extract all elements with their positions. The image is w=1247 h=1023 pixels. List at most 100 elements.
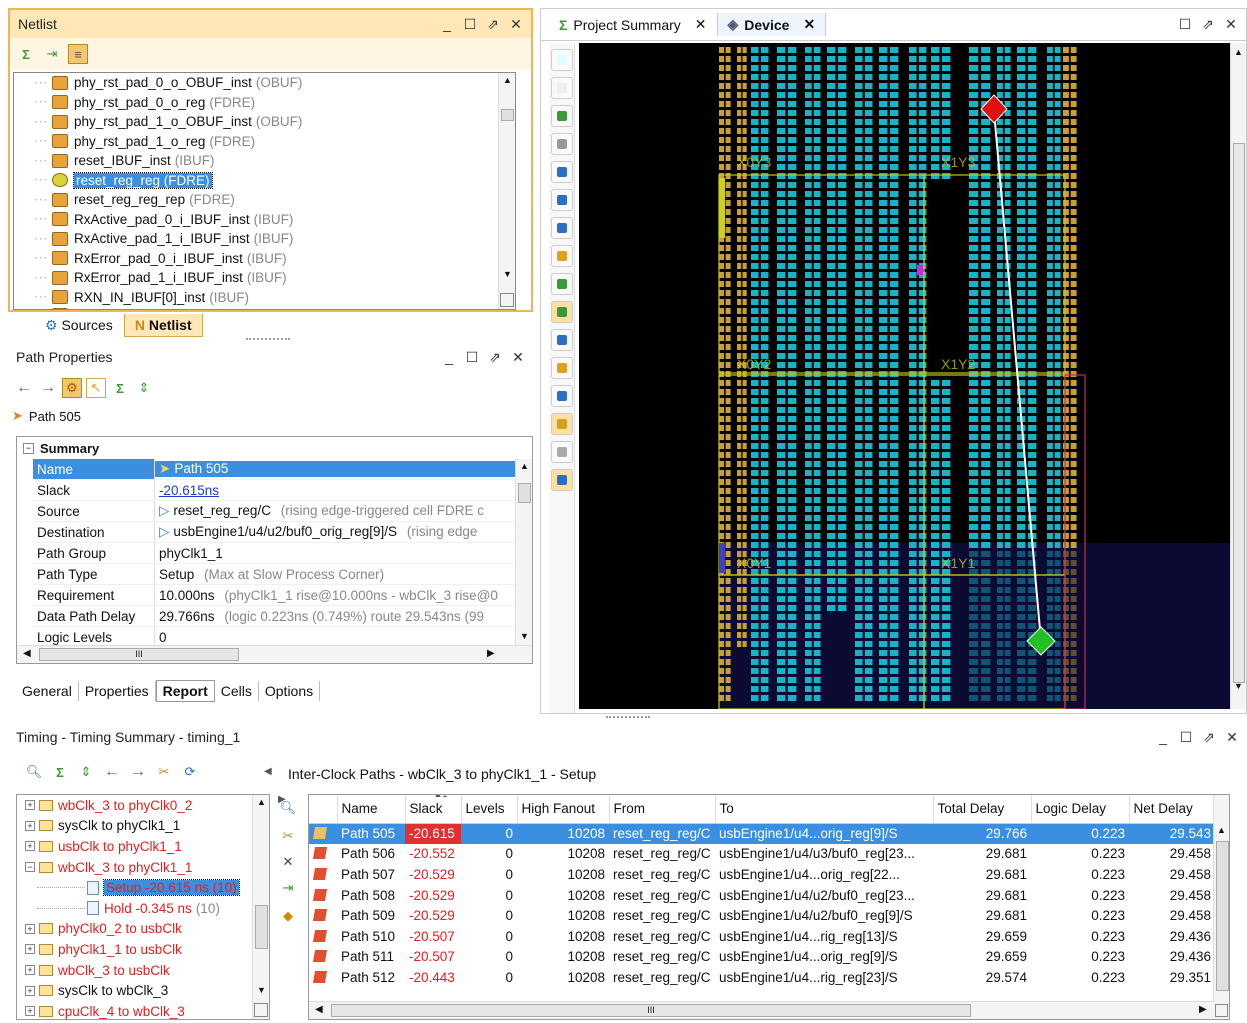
- maximize-icon[interactable]: ☐: [1179, 729, 1193, 746]
- maximize-icon[interactable]: ☐: [465, 349, 479, 366]
- tab-sources[interactable]: ⚙ Sources: [34, 313, 124, 338]
- table-row[interactable]: Path 508 -20.529 0 10208 reset_reg_reg/C usbE…: [309, 885, 1215, 906]
- property-row[interactable]: Path Type Setup (Max at Slow Process Corn…: [33, 564, 517, 585]
- expander-icon[interactable]: −: [25, 862, 35, 873]
- expander-icon[interactable]: +: [25, 965, 35, 976]
- column-header[interactable]: High Fanout: [517, 795, 610, 824]
- timing-tree-scrollbar[interactable]: ▲ ▼: [252, 795, 269, 1019]
- tab-device[interactable]: ◈ Device ✕: [717, 13, 827, 36]
- netlist-item[interactable]: ⋯ RxActive_pad_1_i_IBUF_inst (IBUF): [14, 229, 515, 249]
- table-row[interactable]: Path 507 -20.529 0 10208 reset_reg_reg/C usbE…: [309, 864, 1215, 885]
- forward-arrow-icon[interactable]: →: [128, 762, 148, 782]
- column-header[interactable]: Logic Delay: [1031, 795, 1130, 824]
- schematic-icon[interactable]: ✂: [154, 762, 174, 782]
- tab-options[interactable]: Options: [259, 681, 321, 701]
- property-row[interactable]: Source ▷ reset_reg_reg/C (rising edge-trig…: [33, 501, 517, 522]
- property-row[interactable]: Data Path Delay 29.766ns (logic 0.223ns (…: [33, 606, 517, 627]
- add-pblock-icon[interactable]: [551, 329, 573, 351]
- collapse-all-icon[interactable]: Σ: [16, 44, 36, 64]
- search-icon[interactable]: 🔍︎: [278, 798, 298, 818]
- column-header[interactable]: ▲1Slack: [405, 795, 462, 824]
- mark-icon[interactable]: [551, 441, 573, 463]
- collapse-summary-icon[interactable]: −: [23, 442, 34, 454]
- netlist-item[interactable]: ⋯ RXN_IN_IBUF[0]_inst (IBUF): [14, 288, 515, 308]
- timing-tree-item[interactable]: + sysClk to phyClk1_1: [17, 816, 269, 837]
- float-icon[interactable]: ⇗: [488, 349, 502, 366]
- maximize-icon[interactable]: ☐: [1178, 16, 1192, 33]
- timing-tree-item[interactable]: + wbClk_3 to phyClk0_2: [17, 795, 269, 816]
- netlist-scrollbar[interactable]: ▲ ▼: [498, 73, 515, 309]
- select-area-icon[interactable]: [551, 245, 573, 267]
- tab-cells[interactable]: Cells: [215, 681, 259, 701]
- forward-arrow-icon[interactable]: [551, 133, 573, 155]
- move-icon[interactable]: [551, 273, 573, 295]
- table-vscrollbar[interactable]: ▲: [1213, 795, 1229, 1019]
- slack-link[interactable]: -20.615ns: [159, 483, 219, 498]
- close-tab-icon[interactable]: ✕: [803, 16, 815, 33]
- table-row[interactable]: Path 512 -20.443 0 10208 reset_reg_reg/C usbE…: [309, 967, 1215, 988]
- close-icon[interactable]: ✕: [1225, 729, 1239, 746]
- table-row[interactable]: Path 509 -20.529 0 10208 reset_reg_reg/C usbE…: [309, 905, 1215, 926]
- float-icon[interactable]: ⇗: [486, 16, 500, 33]
- column-header[interactable]: Net Delay: [1129, 795, 1216, 824]
- table-row[interactable]: Path 505 -20.615 0 10208 reset_reg_reg/C usbE…: [309, 823, 1215, 844]
- minimize-icon[interactable]: _: [440, 16, 454, 33]
- highlight-icon[interactable]: ◆: [278, 906, 298, 926]
- netlist-item[interactable]: ⋯ phy_rst_pad_0_o_OBUF_inst (OBUF): [14, 73, 515, 93]
- back-arrow-icon[interactable]: ←: [14, 378, 34, 398]
- properties-vscrollbar[interactable]: ▲ ▼: [515, 459, 532, 645]
- device-vscrollbar[interactable]: ▲ ▼: [1230, 43, 1246, 709]
- collapse-all-icon[interactable]: Σ: [110, 378, 130, 398]
- timing-tree-item[interactable]: + phyClk0_2 to usbClk: [17, 919, 269, 940]
- netlist-item[interactable]: ⋯ RxActive_pad_0_i_IBUF_inst (IBUF): [14, 210, 515, 230]
- properties-hscrollbar[interactable]: ◀ III ▶: [17, 645, 532, 663]
- expand-all-icon[interactable]: ⇥: [42, 44, 62, 64]
- close-icon[interactable]: ✕: [511, 349, 525, 366]
- netlist-item[interactable]: ⋯ reset_reg_reg (FDRE): [14, 171, 515, 191]
- timing-tree-item[interactable]: + wbClk_3 to usbClk: [17, 960, 269, 981]
- expander-icon[interactable]: +: [25, 923, 35, 934]
- expander-icon[interactable]: +: [25, 985, 35, 996]
- table-row[interactable]: Path 511 -20.507 0 10208 reset_reg_reg/C usbE…: [309, 947, 1215, 968]
- back-arrow-icon[interactable]: ←: [102, 762, 122, 782]
- expander-icon[interactable]: +: [25, 944, 35, 955]
- search-icon[interactable]: 🔍︎: [24, 762, 44, 782]
- expand-all-icon[interactable]: ⇕: [134, 378, 154, 398]
- timing-tree-item[interactable]: + cpuClk_4 to wbClk_3: [17, 1001, 269, 1019]
- highlight-icon[interactable]: [551, 413, 573, 435]
- tab-general[interactable]: General: [16, 681, 79, 701]
- fit-selection-icon[interactable]: [551, 49, 573, 71]
- refresh-icon[interactable]: ⟳: [180, 762, 200, 782]
- delete-icon[interactable]: ✕: [278, 852, 298, 872]
- zoom-fit-icon[interactable]: [551, 217, 573, 239]
- collapse-left-icon[interactable]: ◀: [264, 766, 272, 777]
- property-row[interactable]: Requirement 10.000ns (phyClk1_1 rise@10.0…: [33, 585, 517, 606]
- column-header[interactable]: Levels: [461, 795, 518, 824]
- netlist-item[interactable]: ⋯ RxError_pad_0_i_IBUF_inst (IBUF): [14, 249, 515, 269]
- close-icon[interactable]: ✕: [509, 16, 523, 33]
- export-icon[interactable]: ⇥: [278, 878, 298, 898]
- close-icon[interactable]: ✕: [1224, 16, 1238, 33]
- timing-tree-item[interactable]: + sysClk to wbClk_3: [17, 980, 269, 1001]
- timing-tree-item[interactable]: Hold -0.345 ns (10): [17, 898, 269, 919]
- settings-icon[interactable]: ⚙: [62, 378, 82, 398]
- maximize-icon[interactable]: ☐: [463, 16, 477, 33]
- back-arrow-icon[interactable]: [551, 105, 573, 127]
- netlist-item[interactable]: ⋯ phy_rst_pad_0_o_reg (FDRE): [14, 93, 515, 113]
- netlist-item[interactable]: ⋯ phy_rst_pad_1_o_OBUF_inst (OBUF): [14, 112, 515, 132]
- forward-arrow-icon[interactable]: →: [38, 378, 58, 398]
- column-header[interactable]: To: [715, 795, 934, 824]
- expander-icon[interactable]: +: [25, 841, 35, 852]
- column-header[interactable]: Name: [337, 795, 406, 824]
- tab-report[interactable]: Report: [155, 680, 215, 702]
- tab-project-summary[interactable]: Σ Project Summary ✕: [549, 13, 718, 36]
- routing-resources-icon[interactable]: [551, 469, 573, 491]
- netlist-item[interactable]: ⋯ RxError_pad_1_i_IBUF_inst (IBUF): [14, 268, 515, 288]
- timing-tree-item[interactable]: + phyClk1_1 to usbClk: [17, 939, 269, 960]
- device-canvas[interactable]: X0Y3 X1Y3 X0Y2 X1Y2 X0Y1 X1Y1: [579, 43, 1230, 709]
- expander-icon[interactable]: +: [25, 1006, 35, 1017]
- collapse-all-icon[interactable]: Σ: [50, 762, 70, 782]
- timing-tree-item[interactable]: − wbClk_3 to phyClk1_1: [17, 857, 269, 878]
- zoom-in-icon[interactable]: [551, 161, 573, 183]
- column-header[interactable]: Total Delay: [933, 795, 1032, 824]
